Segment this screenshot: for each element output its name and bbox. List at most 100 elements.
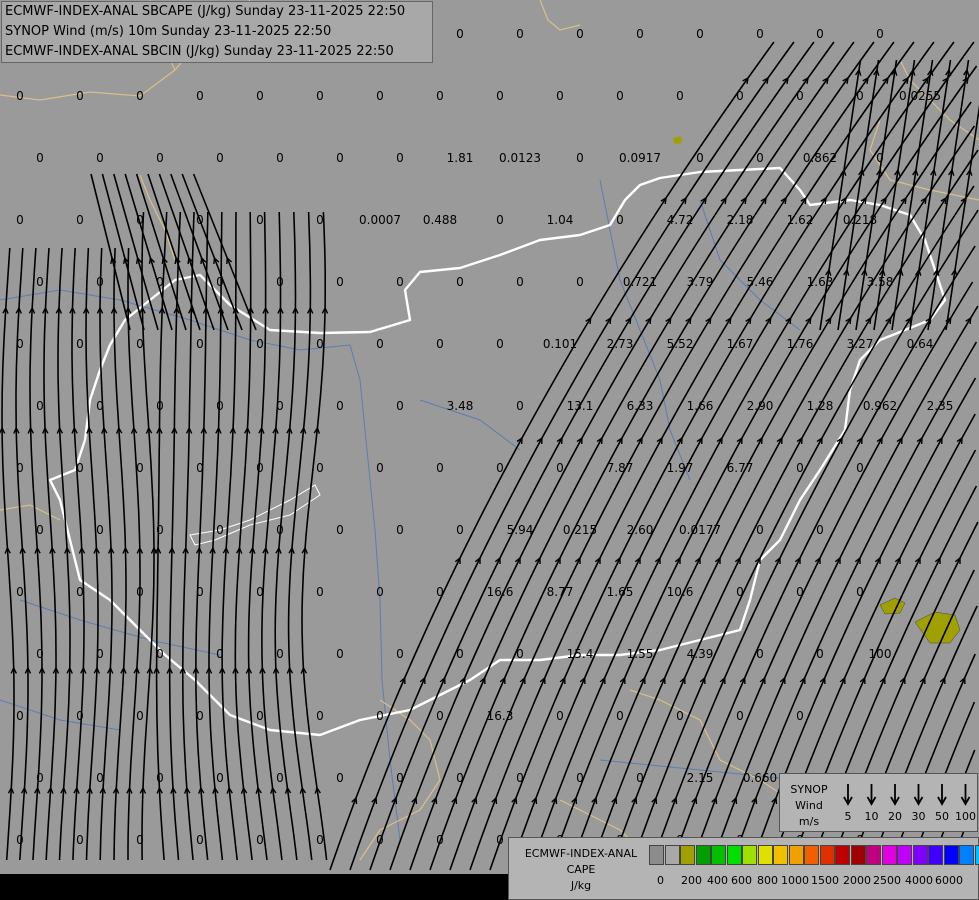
cape-value: 1.62 bbox=[787, 213, 814, 227]
cape-value: 0 bbox=[96, 151, 104, 165]
cape-value: 0 bbox=[76, 337, 84, 351]
cape-value: 0 bbox=[616, 213, 624, 227]
cape-value: 0 bbox=[156, 399, 164, 413]
cape-value: 0 bbox=[216, 523, 224, 537]
cape-tick-label: 4000 bbox=[905, 874, 933, 887]
cape-value: 0 bbox=[96, 399, 104, 413]
cape-value: 0 bbox=[496, 213, 504, 227]
river-0 bbox=[0, 289, 351, 351]
cape-value: 1.76 bbox=[787, 337, 814, 351]
cape-swatch bbox=[850, 845, 866, 865]
cape-value: 3.58 bbox=[867, 275, 894, 289]
river-4 bbox=[19, 599, 221, 656]
cape-value: 0 bbox=[436, 833, 444, 847]
cape-value: 0 bbox=[436, 337, 444, 351]
streamline-29 bbox=[158, 173, 215, 331]
cape-tick-label: 400 bbox=[707, 874, 728, 887]
cape-value: 0 bbox=[816, 647, 824, 661]
cape-swatch bbox=[835, 845, 850, 865]
cape-value: 0 bbox=[316, 709, 324, 723]
cape-value: 6.33 bbox=[627, 399, 654, 413]
cape-value: 0 bbox=[156, 771, 164, 785]
cape-value: 0 bbox=[576, 27, 584, 41]
cape-value: 0 bbox=[276, 523, 284, 537]
cape-tick-label: 2500 bbox=[873, 874, 901, 887]
cape-swatch bbox=[742, 845, 757, 865]
streamline-22 bbox=[301, 211, 328, 861]
cape-value: 0 bbox=[196, 709, 204, 723]
cape-value: 0.218 bbox=[843, 213, 877, 227]
cape-value: 0 bbox=[336, 399, 344, 413]
cape-value: 1.63 bbox=[807, 275, 834, 289]
cape-value: 0 bbox=[196, 585, 204, 599]
cape-value: 0 bbox=[36, 523, 44, 537]
cape-value: 1.81 bbox=[447, 151, 474, 165]
cape-value: 0 bbox=[396, 771, 404, 785]
cape-swatch bbox=[788, 845, 804, 865]
cape-swatch bbox=[912, 845, 928, 865]
cape-swatch bbox=[959, 845, 974, 865]
streamline-7 bbox=[99, 247, 113, 861]
cape-value: 0 bbox=[196, 337, 204, 351]
cape-value: 0 bbox=[436, 89, 444, 103]
cape-value: 6.77 bbox=[727, 461, 754, 475]
cape-swatch bbox=[680, 845, 695, 865]
cape-value: 0 bbox=[256, 461, 264, 475]
cape-value: 0 bbox=[696, 151, 704, 165]
cape-value: 0 bbox=[36, 399, 44, 413]
cape-swatch bbox=[773, 845, 788, 865]
cape-value: 2.35 bbox=[927, 399, 954, 413]
cape-legend-title: ECMWF-INDEX-ANAL CAPE J/kg bbox=[524, 847, 638, 892]
streamline-23 bbox=[90, 173, 131, 331]
streamline-8 bbox=[113, 247, 127, 861]
cape-value: 0 bbox=[96, 275, 104, 289]
cape-value: 0 bbox=[756, 27, 764, 41]
cape-value: 0 bbox=[436, 461, 444, 475]
cape-value: 5.46 bbox=[747, 275, 774, 289]
cape-value: 0 bbox=[396, 647, 404, 661]
cape-value: 0 bbox=[336, 523, 344, 537]
cape-value: 15.4 bbox=[567, 647, 594, 661]
cape-value: 0.0007 bbox=[359, 213, 401, 227]
cape-value: 0 bbox=[436, 709, 444, 723]
cape-value: 0 bbox=[256, 585, 264, 599]
streamline-46 bbox=[589, 125, 976, 871]
cape-tick-label: 6000 bbox=[935, 874, 963, 887]
cape-swatch bbox=[943, 845, 959, 865]
cape-swatch bbox=[866, 845, 881, 865]
cape-value: 0 bbox=[576, 151, 584, 165]
cape-value: 0 bbox=[736, 585, 744, 599]
cape-value: 0 bbox=[96, 523, 104, 537]
cape-value: 0 bbox=[76, 833, 84, 847]
cape-value: 0 bbox=[516, 27, 524, 41]
cape-value: 0 bbox=[16, 833, 24, 847]
cape-value: 1.65 bbox=[607, 585, 634, 599]
cape-value: 0 bbox=[96, 771, 104, 785]
cape-value: 0 bbox=[396, 151, 404, 165]
cape-value: 0 bbox=[396, 523, 404, 537]
cape-value: 0.721 bbox=[623, 275, 657, 289]
cape-value: 0 bbox=[376, 709, 384, 723]
cape-value: 0 bbox=[196, 213, 204, 227]
cape-value: 0 bbox=[556, 709, 564, 723]
wind-arrow-icon bbox=[960, 784, 971, 806]
cape-value: 0 bbox=[376, 585, 384, 599]
cape-color-swatches bbox=[649, 845, 979, 865]
cape-value: 0 bbox=[16, 337, 24, 351]
cape-value: 0 bbox=[676, 89, 684, 103]
cape-value: 0 bbox=[136, 461, 144, 475]
cape-tick-label: 200 bbox=[681, 874, 702, 887]
streamline-3 bbox=[43, 247, 57, 861]
cape-value: 16.6 bbox=[487, 585, 514, 599]
cape-patch-1 bbox=[879, 597, 906, 615]
streamline-24 bbox=[101, 173, 145, 331]
synop-speed-label: 5 bbox=[844, 810, 852, 823]
cape-value: 7.87 bbox=[607, 461, 634, 475]
cape-value: 0.64 bbox=[907, 337, 934, 351]
cape-value: 0 bbox=[36, 151, 44, 165]
cape-value: 0 bbox=[496, 89, 504, 103]
synop-legend-title: SYNOP Wind m/s bbox=[790, 783, 828, 828]
country-border-3 bbox=[539, 0, 581, 31]
cape-value: 0.0255 bbox=[899, 89, 941, 103]
cape-value: 0 bbox=[76, 213, 84, 227]
